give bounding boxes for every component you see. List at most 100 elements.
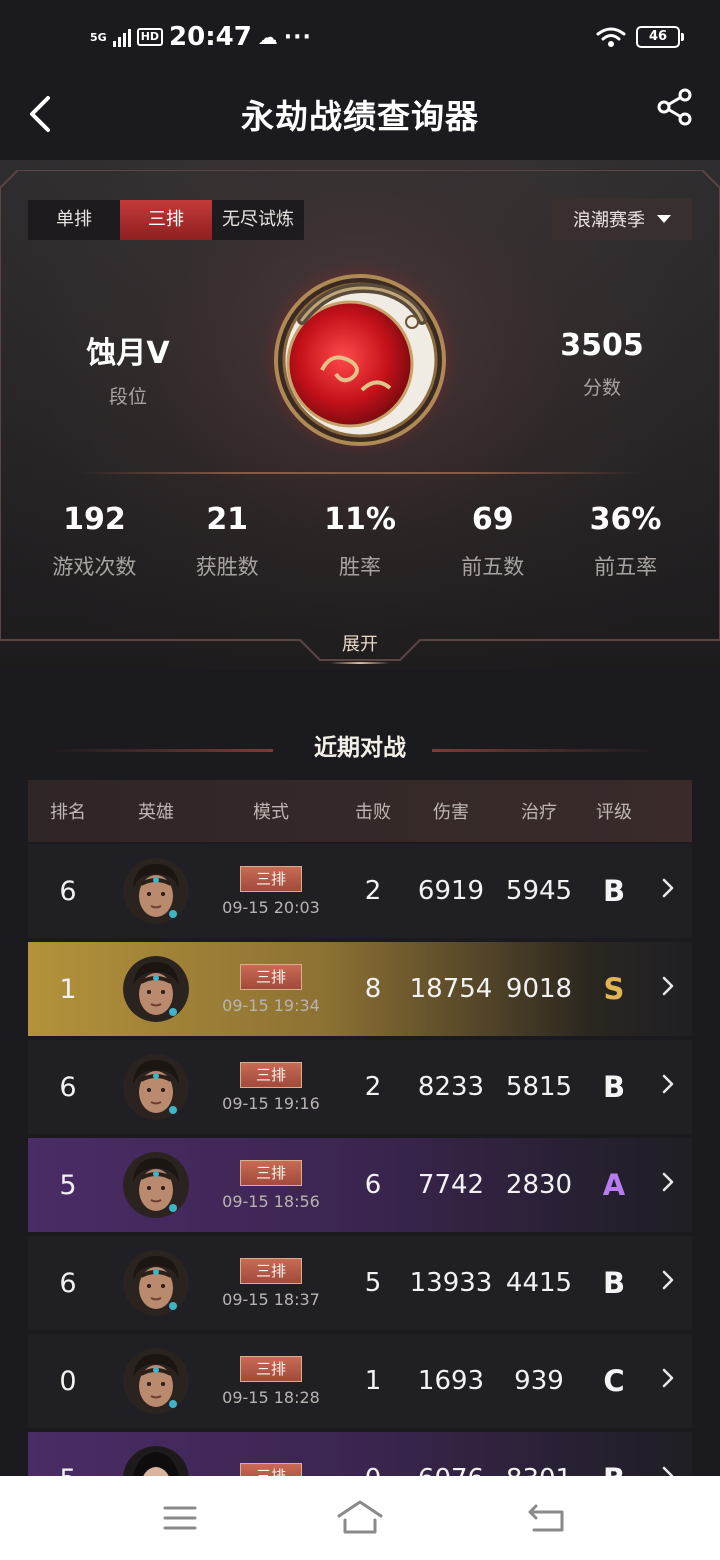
match-row[interactable]: 1 三排 09-15 19:34 8 18754 9018 S bbox=[28, 942, 692, 1036]
match-row[interactable]: 0 三排 09-15 18:28 1 1693 939 C bbox=[28, 1334, 692, 1428]
match-row[interactable]: 5 三排 09-15 18:56 6 7742 2830 A bbox=[28, 1138, 692, 1232]
mode-tag: 三排 bbox=[240, 1463, 302, 1476]
hero-avatar bbox=[123, 1152, 189, 1218]
page-title: 永劫战绩查询器 bbox=[241, 97, 479, 136]
match-heal: 5945 bbox=[505, 876, 573, 906]
mode-tag: 三排 bbox=[240, 963, 302, 990]
row-arrow-cell[interactable] bbox=[644, 1170, 692, 1200]
stat-value: 21 bbox=[206, 502, 249, 537]
hero-cell bbox=[108, 1054, 204, 1120]
return-icon[interactable] bbox=[522, 1498, 572, 1538]
col-hero: 英雄 bbox=[138, 802, 174, 823]
stat-value: 36% bbox=[589, 502, 662, 537]
match-grade: B bbox=[584, 1462, 644, 1476]
app-header: 永劫战绩查询器 bbox=[0, 78, 720, 148]
row-arrow-cell[interactable] bbox=[644, 1072, 692, 1102]
home-icon[interactable] bbox=[335, 1498, 385, 1538]
match-rank: 1 bbox=[59, 973, 77, 1005]
status-right: 46 bbox=[596, 26, 684, 48]
match-heal: 939 bbox=[514, 1366, 564, 1396]
hero-avatar bbox=[123, 1054, 189, 1120]
hero-avatar bbox=[123, 956, 189, 1022]
dragon-emblem-icon bbox=[262, 260, 458, 456]
score-block: 3505 分数 bbox=[532, 328, 672, 400]
row-arrow-cell[interactable] bbox=[644, 1268, 692, 1298]
status-bar: 5G HD 20:47 ☁ ··· 46 bbox=[0, 0, 720, 78]
score-label: 分数 bbox=[582, 377, 621, 399]
mode-cell: 三排 09-15 18:56 bbox=[204, 1159, 338, 1211]
chevron-right-icon bbox=[662, 976, 674, 996]
chevron-right-icon bbox=[662, 1074, 674, 1094]
stat-label: 胜率 bbox=[338, 555, 381, 579]
tab-endless-trial[interactable]: 无尽试炼 bbox=[212, 200, 304, 240]
mode-tabs: 单排 三排 无尽试炼 bbox=[28, 200, 304, 240]
row-arrow-cell[interactable] bbox=[644, 1366, 692, 1396]
match-rank: 6 bbox=[59, 1267, 77, 1299]
stat-games-played: 192 游戏次数 bbox=[28, 502, 161, 581]
match-time: 09-15 18:37 bbox=[222, 1289, 320, 1309]
match-rank: 0 bbox=[59, 1365, 77, 1397]
wifi-icon bbox=[596, 27, 626, 47]
expand-button[interactable]: 展开 bbox=[300, 630, 420, 670]
match-rank: 6 bbox=[59, 875, 77, 907]
network-type: 5G bbox=[90, 30, 107, 44]
match-row[interactable]: 6 三排 09-15 19:16 2 8233 5815 B bbox=[28, 1040, 692, 1134]
match-heal: 5815 bbox=[505, 1072, 573, 1102]
system-navigation-bar bbox=[0, 1476, 720, 1560]
season-label: 浪潮赛季 bbox=[573, 210, 645, 231]
mode-cell: 三排 09-15 19:34 bbox=[204, 963, 338, 1015]
rank-label: 段位 bbox=[108, 386, 147, 408]
section-divider bbox=[80, 472, 640, 474]
matches-list: 6 三排 09-15 20:03 2 6919 5945 B 1 三排 09-15 19:34 8 1… bbox=[28, 844, 692, 1476]
hero-avatar bbox=[123, 858, 189, 924]
more-notifications: ··· bbox=[283, 24, 312, 50]
stat-win-rate: 11% 胜率 bbox=[294, 502, 427, 581]
match-grade: C bbox=[603, 1364, 625, 1398]
col-damage: 伤害 bbox=[433, 802, 469, 823]
rank-value: 蚀月V bbox=[86, 336, 170, 371]
status-time: 20:47 bbox=[169, 22, 252, 52]
row-arrow-cell[interactable] bbox=[644, 876, 692, 906]
match-grade: B bbox=[602, 874, 626, 908]
hero-cell bbox=[108, 1152, 204, 1218]
mode-tag: 三排 bbox=[240, 1355, 302, 1382]
share-icon[interactable] bbox=[656, 88, 694, 126]
match-grade: A bbox=[602, 1168, 626, 1202]
tab-solo[interactable]: 单排 bbox=[28, 200, 120, 240]
cloud-icon: ☁ bbox=[257, 25, 278, 49]
row-arrow-cell[interactable] bbox=[644, 974, 692, 1004]
hero-cell bbox=[108, 956, 204, 1022]
mode-cell: 三排 09-15 18:28 bbox=[204, 1355, 338, 1407]
hero-cell bbox=[108, 1348, 204, 1414]
hero-cell bbox=[108, 1250, 204, 1316]
chevron-right-icon bbox=[662, 1466, 674, 1476]
hero-avatar bbox=[123, 1446, 189, 1476]
col-heal: 治疗 bbox=[521, 802, 557, 823]
row-arrow-cell[interactable] bbox=[644, 1464, 692, 1476]
mode-cell: 三排 09-15 18:37 bbox=[204, 1257, 338, 1309]
match-kills: 0 bbox=[338, 1464, 408, 1476]
match-heal: 2830 bbox=[505, 1170, 573, 1200]
col-kills: 击败 bbox=[355, 802, 391, 823]
hero-cell bbox=[108, 1446, 204, 1476]
match-row[interactable]: 5 三排 060768301B bbox=[28, 1432, 692, 1476]
match-row[interactable]: 6 三排 09-15 18:37 5 13933 4415 B bbox=[28, 1236, 692, 1330]
match-rank: 5 bbox=[59, 1169, 77, 1201]
stat-label: 前五率 bbox=[594, 555, 658, 579]
match-heal: 9018 bbox=[505, 974, 573, 1004]
season-dropdown[interactable]: 浪潮赛季 bbox=[552, 198, 692, 240]
match-row[interactable]: 6 三排 09-15 20:03 2 6919 5945 B bbox=[28, 844, 692, 938]
stat-wins: 21 获胜数 bbox=[161, 502, 294, 581]
hero-avatar bbox=[123, 1348, 189, 1414]
match-kills: 5 bbox=[364, 1268, 382, 1298]
match-grade: B bbox=[602, 1070, 626, 1104]
mode-tag: 三排 bbox=[240, 1061, 302, 1088]
match-time: 09-15 18:28 bbox=[222, 1387, 320, 1407]
tab-trio[interactable]: 三排 bbox=[120, 200, 212, 240]
chevron-right-icon bbox=[662, 878, 674, 898]
menu-icon[interactable] bbox=[155, 1498, 205, 1538]
title-ornament-right bbox=[432, 749, 657, 752]
mode-tag: 三排 bbox=[240, 865, 302, 892]
status-left: 5G HD 20:47 ☁ ··· bbox=[90, 22, 312, 52]
match-damage: 7742 bbox=[417, 1170, 485, 1200]
